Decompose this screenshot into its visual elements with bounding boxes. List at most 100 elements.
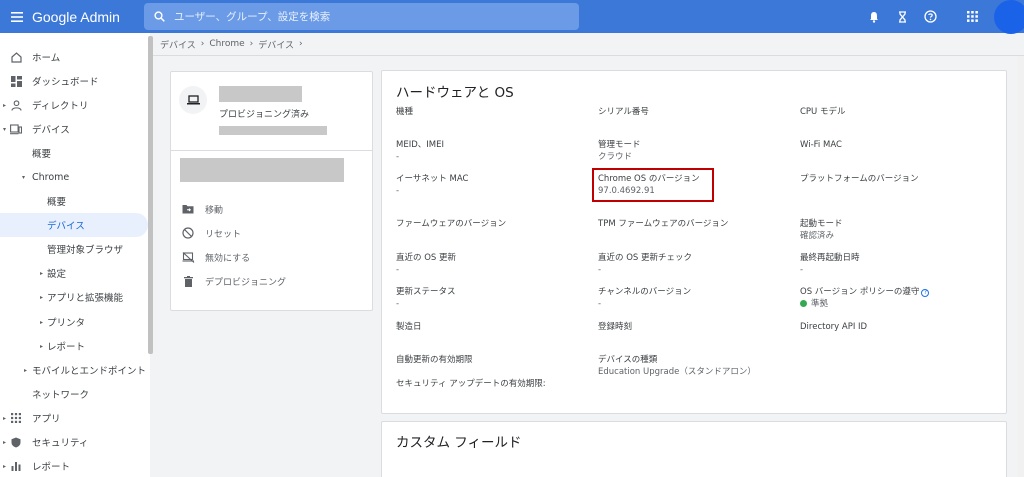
caret-right-icon: ▸ [40,269,44,277]
reset-button[interactable]: リセット [181,223,241,243]
sidebar: ホーム ダッシュボード ▸ ディレクトリ ▾ デバイス 概要 ▾ Chrome … [0,33,150,477]
field-label: 最終再起動日時 [800,253,860,263]
hardware-os-card: ハードウェアと OS 機種 シリアル番号 CPU モデル MEID、IMEI - … [381,70,1007,414]
sidebar-item-chrome-devices[interactable]: デバイス [0,213,148,237]
redacted-field [180,158,344,182]
field-channel-version: チャンネルのバージョン - [598,286,793,310]
disable-button[interactable]: 無効にする [181,247,250,267]
caret-right-icon: ▸ [3,438,7,446]
field-model: 機種 [396,106,591,118]
field-label: プラットフォームのバージョン [800,174,919,184]
sidebar-item-chrome[interactable]: ▾ Chrome [0,165,148,189]
sidebar-item-home[interactable]: ホーム [0,45,148,69]
sidebar-item-chrome-reports[interactable]: ▸ レポート [0,334,148,358]
field-label: 製造日 [396,322,422,332]
sidebar-item-chrome-overview[interactable]: 概要 [0,189,148,213]
sidebar-item-printers[interactable]: ▸ プリンタ [0,310,148,334]
sidebar-item-label: 概要 [47,197,67,208]
field-value: - [396,152,400,162]
field-label: イーサネット MAC [396,174,469,184]
sidebar-item-devices[interactable]: ▾ デバイス [0,117,148,141]
breadcrumb-chrome[interactable]: Chrome [209,39,244,49]
caret-right-icon: ▸ [40,318,44,326]
deprovision-button[interactable]: デプロビジョニング [181,271,286,291]
sidebar-item-mobile-endpoints[interactable]: ▸ モバイルとエンドポイント [0,358,148,382]
sidebar-item-label: 概要 [32,149,52,160]
sidebar-item-directory[interactable]: ▸ ディレクトリ [0,93,148,117]
sidebar-item-label: デバイス [47,221,85,232]
field-label: TPM ファームウェアのバージョン [598,219,729,229]
menu-icon[interactable] [2,0,32,33]
sidebar-item-reports[interactable]: ▸ レポート [0,454,148,477]
apps-icon[interactable] [958,0,986,33]
help-icon[interactable]: ? [921,289,930,297]
field-value: - [598,299,602,309]
field-value: 準拠 [800,298,995,310]
field-label: ファームウェアのバージョン [396,219,507,229]
compliance-value: 準拠 [811,299,829,309]
field-value: クラウド [598,152,633,162]
breadcrumb: デバイス › Chrome › デバイス › [160,33,308,55]
move-button[interactable]: 移動 [181,199,223,219]
action-label: デプロビジョニング [205,277,287,288]
sidebar-item-label: モバイルとエンドポイント [32,366,147,377]
sidebar-item-label: プリンタ [47,318,86,329]
sidebar-item-label: 設定 [47,269,67,280]
help-icon[interactable] [916,0,944,33]
home-icon [10,51,22,63]
field-value: Education Upgrade（スタンドアロン） [598,367,756,377]
field-serial: シリアル番号 [598,106,793,118]
sidebar-item-managed-browsers[interactable]: 管理対象ブラウザ [0,237,148,261]
sidebar-item-security[interactable]: ▸ セキュリティ [0,430,148,454]
field-registration-time: 登録時刻 [598,321,793,333]
field-value: - [396,299,400,309]
divider [153,55,1024,56]
redacted-device-info [219,126,327,135]
laptop-icon [179,86,207,114]
sidebar-item-overview[interactable]: 概要 [0,141,148,165]
caret-right-icon: ▸ [40,293,44,301]
sidebar-item-apps-extensions[interactable]: ▸ アプリと拡張機能 [0,285,148,309]
field-label: Directory API ID [800,322,868,332]
sidebar-item-settings[interactable]: ▸ 設定 [0,261,148,285]
sidebar-item-label: ネットワーク [32,390,90,401]
field-label: 機種 [396,107,414,117]
field-value: - [598,265,602,275]
shield-icon [10,436,22,448]
field-label: 起動モード [800,219,843,229]
field-directory-api-id: Directory API ID [800,321,995,333]
field-label: 直近の OS 更新チェック [598,253,692,263]
chevron-right-icon: › [299,39,303,49]
search-icon [144,11,174,22]
sidebar-item-label: ディレクトリ [32,101,89,112]
search-bar[interactable] [144,3,579,30]
sidebar-item-apps[interactable]: ▸ アプリ [0,406,148,430]
sidebar-scrollbar[interactable] [148,36,153,354]
avatar[interactable] [994,0,1024,34]
custom-fields-card: カスタム フィールド [381,421,1007,477]
page-scrollbar[interactable] [1017,56,1024,477]
sidebar-item-network[interactable]: ネットワーク [0,382,148,406]
sidebar-item-label: デバイス [32,125,70,136]
field-wifi-mac: Wi-Fi MAC [800,139,995,151]
field-label: Wi-Fi MAC [800,140,842,150]
field-update-status: 更新ステータス - [396,286,591,310]
field-auto-update-expiration: 自動更新の有効期限 [396,354,591,366]
app-title[interactable]: Google Admin [32,9,142,25]
field-meid: MEID、IMEI - [396,139,591,163]
breadcrumb-devices[interactable]: デバイス [160,38,196,51]
sidebar-item-dashboard[interactable]: ダッシュボード [0,69,148,93]
bell-icon[interactable] [860,0,888,33]
action-label: 移動 [205,205,224,216]
field-ethernet-mac: イーサネット MAC - [396,173,591,197]
field-value: - [800,265,804,275]
caret-right-icon: ▸ [3,462,7,470]
breadcrumb-chrome-devices[interactable]: デバイス [258,38,294,51]
chevron-right-icon: › [249,39,254,49]
field-label: CPU モデル [800,107,846,117]
search-input[interactable] [174,10,554,23]
reset-icon [181,226,195,240]
hourglass-icon[interactable] [888,0,916,33]
sidebar-item-label: レポート [32,462,71,473]
sidebar-item-label: レポート [47,342,86,353]
